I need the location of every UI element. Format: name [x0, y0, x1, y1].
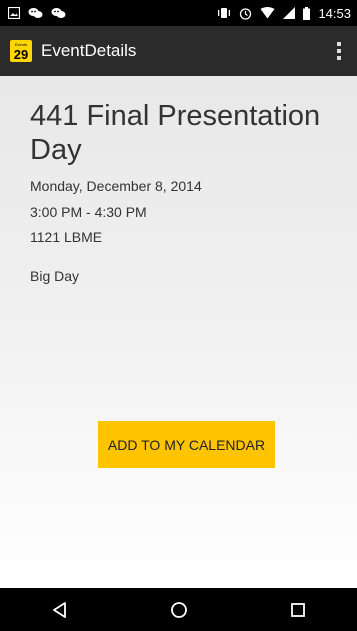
- vibrate-icon: [217, 7, 231, 19]
- back-icon[interactable]: [40, 595, 80, 625]
- event-title: 441 Final Presentation Day: [30, 100, 321, 166]
- signal-icon: [283, 7, 296, 19]
- status-time: 14:53: [318, 5, 351, 21]
- status-left-icons: [8, 7, 66, 19]
- event-description: Big Day: [30, 268, 80, 284]
- navigation-bar: [0, 588, 357, 631]
- event-time: 3:00 PM - 4:30 PM: [30, 204, 147, 220]
- event-location: 1121 LBME: [30, 229, 103, 245]
- chat-icon: [51, 7, 66, 19]
- chat-icon: [28, 7, 43, 19]
- battery-icon: [303, 6, 311, 20]
- status-right-icons: 14:53: [217, 6, 351, 21]
- status-bar: 14:53: [0, 0, 357, 26]
- alarm-icon: [239, 7, 252, 20]
- recents-icon[interactable]: [278, 595, 318, 625]
- app-bar: Events 29 EventDetails: [0, 26, 357, 76]
- event-date: Monday, December 8, 2014: [30, 178, 202, 194]
- wifi-icon: [260, 7, 275, 19]
- image-icon: [8, 7, 20, 19]
- add-to-calendar-button[interactable]: ADD TO MY CALENDAR: [98, 421, 275, 468]
- app-icon-number: 29: [13, 47, 29, 62]
- overflow-menu-icon[interactable]: [331, 36, 347, 66]
- app-title: EventDetails: [41, 41, 137, 60]
- home-icon[interactable]: [159, 595, 199, 625]
- event-details-content: 441 Final Presentation Day Monday, Decem…: [0, 76, 357, 588]
- calendar-app-icon: Events 29: [10, 40, 32, 62]
